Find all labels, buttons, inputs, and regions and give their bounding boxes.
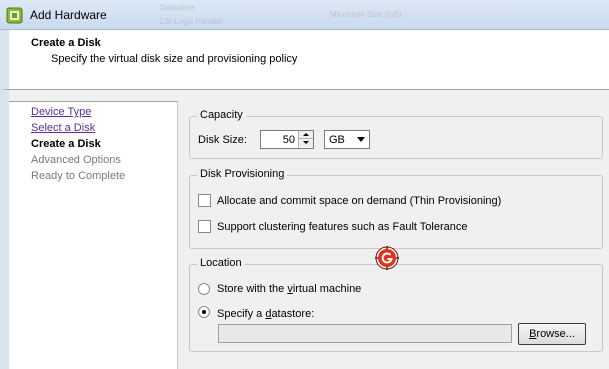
- arrow-up-icon: [303, 133, 309, 136]
- disk-size-value: 50: [282, 134, 295, 146]
- spin-up-button[interactable]: [299, 131, 313, 139]
- background-ghost-text: Datastore: [160, 3, 195, 12]
- disk-provisioning-group: Disk Provisioning: [189, 168, 603, 249]
- store-with-vm-radio[interactable]: [198, 283, 210, 295]
- arrow-down-icon: [303, 141, 309, 144]
- unit-value: GB: [329, 134, 345, 146]
- specify-datastore-label-text-end: atastore:: [271, 308, 315, 320]
- wizard-steps-panel: Device Type Select a Disk Create a Disk …: [9, 101, 178, 369]
- step-device-type[interactable]: Device Type: [31, 106, 91, 118]
- disk-provisioning-group-label: Disk Provisioning: [197, 168, 288, 180]
- watermark-logo-icon: [375, 246, 399, 270]
- vsphere-app-icon: [6, 7, 23, 24]
- store-with-vm-label-text: Store with the: [217, 283, 288, 295]
- capacity-group-label: Capacity: [197, 109, 246, 121]
- step-select-a-disk[interactable]: Select a Disk: [31, 122, 95, 134]
- title-bar[interactable]: Datastore LSI Logic Parallel Maximum Siz…: [0, 0, 609, 30]
- wizard-header: Create a Disk Specify the virtual disk s…: [0, 30, 609, 90]
- window-frame: [0, 90, 9, 369]
- window-title: Add Hardware: [30, 8, 107, 22]
- store-with-vm-label-text-end: irtual machine: [292, 283, 362, 295]
- disk-size-unit-select[interactable]: GB: [324, 130, 370, 149]
- location-group-label: Location: [197, 257, 245, 269]
- fault-tolerance-label[interactable]: Support clustering features such as Faul…: [217, 221, 468, 233]
- thin-provisioning-label[interactable]: Allocate and commit space on demand (Thi…: [217, 195, 501, 207]
- specify-datastore-label[interactable]: Specify a datastore:: [217, 308, 314, 320]
- page-subtitle: Specify the virtual disk size and provis…: [51, 53, 298, 65]
- step-advanced-options: Advanced Options: [31, 154, 121, 166]
- browse-button[interactable]: Browse...: [518, 323, 586, 345]
- disk-size-label: Disk Size:: [198, 134, 247, 146]
- page-title: Create a Disk: [31, 37, 101, 49]
- chevron-down-icon: [357, 137, 365, 142]
- browse-label: rowse...: [536, 328, 575, 340]
- fault-tolerance-checkbox[interactable]: [198, 220, 211, 233]
- thin-provisioning-checkbox[interactable]: [198, 194, 211, 207]
- dropdown-button[interactable]: [354, 131, 369, 148]
- background-ghost-text-3: Maximum Size (GB): [330, 10, 402, 19]
- radio-selected-dot: [202, 310, 206, 314]
- background-ghost-text-2: LSI Logic Parallel: [160, 17, 223, 26]
- spin-down-button[interactable]: [299, 139, 313, 147]
- specify-datastore-label-text: Specify a: [217, 308, 266, 320]
- disk-size-spin-buttons: [298, 131, 313, 148]
- datastore-path-field[interactable]: [218, 324, 512, 343]
- specify-datastore-radio[interactable]: [198, 306, 210, 318]
- step-ready-to-complete: Ready to Complete: [31, 170, 126, 182]
- disk-size-stepper[interactable]: 50: [260, 130, 314, 149]
- capacity-group: Capacity: [189, 109, 603, 159]
- store-with-vm-label[interactable]: Store with the virtual machine: [217, 283, 361, 295]
- step-create-a-disk: Create a Disk: [31, 138, 101, 150]
